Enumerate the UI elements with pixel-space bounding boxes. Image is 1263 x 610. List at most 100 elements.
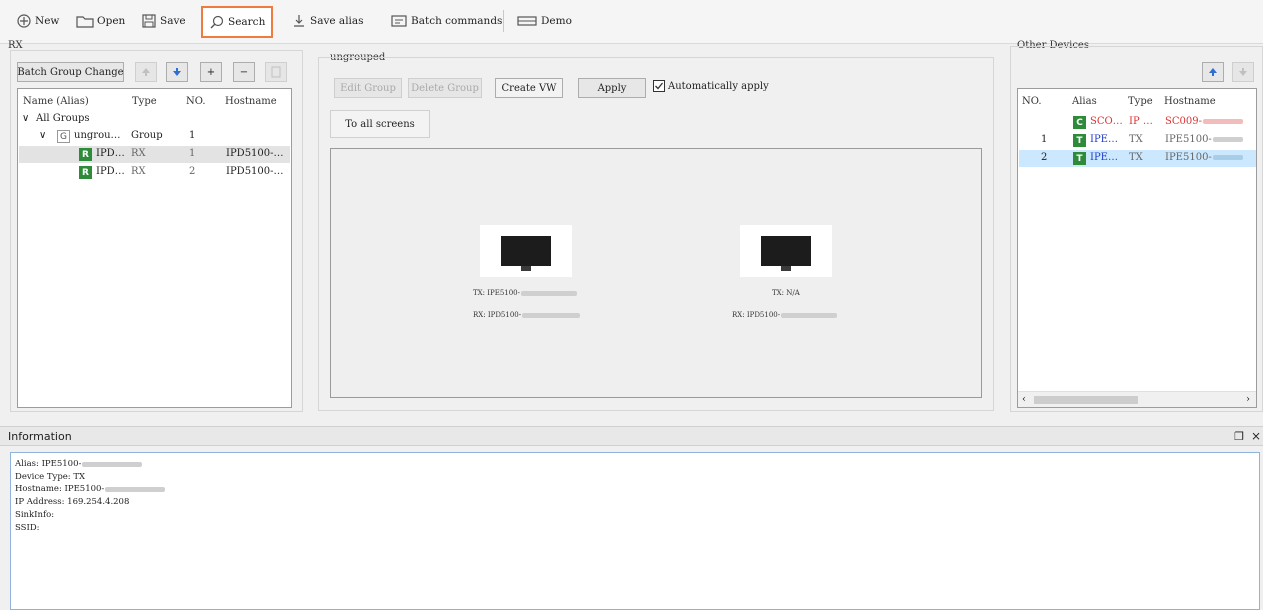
chevron-down-icon[interactable]: ∨ (39, 130, 46, 141)
save-alias-label: Save alias (310, 15, 364, 27)
float-icon[interactable]: ❐ (1234, 430, 1244, 443)
tree-name: IPD… (96, 148, 125, 159)
col-type[interactable]: Type (132, 96, 157, 107)
col-type[interactable]: Type (1128, 96, 1153, 107)
remove-button[interactable]: − (233, 62, 255, 82)
device-type: TX (1129, 152, 1143, 163)
blurred-text (1212, 155, 1243, 160)
device-hostname-text: IPE5100- (1165, 152, 1212, 163)
batch-commands-button[interactable]: Batch commands (386, 8, 506, 34)
screen-2-rx: RX: IPD5100- (732, 311, 838, 319)
move-up-button[interactable] (1202, 62, 1224, 82)
rx-badge-icon: R (79, 166, 92, 179)
new-icon (17, 14, 31, 28)
tree-row-group[interactable]: ∨ G ungrou… Group 1 (19, 128, 290, 145)
device-row[interactable]: C SCO… IP … SC009- (1019, 114, 1256, 131)
tree-name: All Groups (36, 113, 90, 124)
apply-button[interactable]: Apply (578, 78, 646, 98)
auto-apply-checkbox[interactable]: Automatically apply (653, 80, 769, 92)
screen-1-rx: RX: IPD5100- (473, 311, 581, 319)
batch-group-change-button[interactable]: Batch Group Change (17, 62, 124, 82)
monitor-icon (501, 236, 551, 271)
search-button[interactable]: Search (201, 6, 274, 38)
information-header: Information ❐ × (0, 426, 1263, 446)
horizontal-scrollbar[interactable]: ‹ › (1018, 391, 1256, 407)
tree-row-all-groups[interactable]: ∨ All Groups (19, 111, 290, 128)
chevron-down-icon[interactable]: ∨ (22, 113, 29, 124)
screen-2-tx-label: TX: N/A (772, 289, 800, 297)
document-icon (271, 66, 281, 78)
tree-name: ungrou… (74, 130, 121, 141)
info-device-type: Device Type: TX (15, 472, 86, 482)
other-devices-list[interactable]: NO. Alias Type Hostname C SCO… IP … SC00… (1017, 88, 1257, 408)
move-down-button[interactable] (166, 62, 188, 82)
col-alias[interactable]: Alias (1072, 96, 1097, 107)
rx-tree[interactable]: Name (Alias) Type NO. Hostname ∨ All Gro… (17, 88, 292, 408)
information-textbox[interactable]: Alias: IPE5100- Device Type: TX Hostname… (10, 452, 1260, 610)
delete-group-button[interactable]: Delete Group (408, 78, 482, 98)
edit-group-button[interactable]: Edit Group (334, 78, 402, 98)
col-hostname[interactable]: Hostname (225, 96, 277, 107)
device-type: TX (1129, 134, 1143, 145)
tree-hostname: IPD5100-… (226, 166, 284, 177)
move-down-button[interactable] (1232, 62, 1254, 82)
rx-badge-icon: R (79, 148, 92, 161)
tx-badge-icon: T (1073, 152, 1086, 165)
col-no[interactable]: NO. (186, 96, 206, 107)
screen-1-tx: TX: IPE5100- (473, 289, 578, 297)
col-no[interactable]: NO. (1022, 96, 1042, 107)
close-icon[interactable]: × (1251, 429, 1261, 443)
batch-commands-label: Batch commands (411, 15, 503, 27)
create-vw-button[interactable]: Create VW (495, 78, 563, 98)
device-no: 2 (1041, 152, 1048, 163)
blurred-text (1202, 119, 1243, 124)
scroll-left-icon[interactable]: ‹ (1022, 394, 1026, 405)
tree-type: RX (131, 166, 146, 177)
controller-badge-icon: C (1073, 116, 1086, 129)
info-sinkinfo: SinkInfo: (15, 510, 55, 520)
video-wall-canvas[interactable]: TX: IPE5100- RX: IPD5100- TX: N/A RX: IP… (330, 148, 982, 398)
move-up-button[interactable] (135, 62, 157, 82)
device-row[interactable]: 1 T IPE… TX IPE5100- (1019, 132, 1256, 149)
toolbar-separator (503, 10, 504, 32)
col-hostname[interactable]: Hostname (1164, 96, 1216, 107)
tree-row-rx[interactable]: R IPD… RX 1 IPD5100-… (19, 146, 290, 163)
arrow-down-icon (173, 68, 181, 76)
device-hostname: IPE5100- (1165, 152, 1243, 163)
open-button[interactable]: Open (72, 8, 129, 34)
batch-icon (391, 15, 407, 27)
to-all-screens-button[interactable]: To all screens (330, 110, 430, 138)
scrollbar-thumb[interactable] (1034, 396, 1138, 404)
tree-name: IPD… (96, 166, 125, 177)
add-button[interactable]: + (200, 62, 222, 82)
screen-1-tx-label: TX: IPE5100- (473, 289, 521, 297)
device-type: IP … (1129, 116, 1153, 127)
info-alias-text: Alias: IPE5100- (15, 459, 82, 469)
folder-icon (76, 16, 94, 28)
search-label: Search (228, 16, 266, 28)
new-button[interactable]: New (12, 8, 63, 34)
scroll-right-icon[interactable]: › (1246, 394, 1250, 405)
device-alias: IPE… (1090, 134, 1118, 145)
arrow-up-icon (142, 68, 150, 76)
tree-row-rx[interactable]: R IPD… RX 2 IPD5100-… (19, 164, 290, 181)
tree-no: 1 (189, 148, 196, 159)
device-alias: SCO… (1090, 116, 1123, 127)
blurred-text (82, 461, 143, 467)
toolbar: New Open Save Search Save alias Batch co… (0, 0, 1263, 44)
screen-card-2[interactable] (740, 225, 832, 277)
tree-type: RX (131, 148, 146, 159)
col-name-alias[interactable]: Name (Alias) (23, 96, 89, 107)
blurred-text (1212, 137, 1243, 142)
device-hostname: IPE5100- (1165, 134, 1243, 145)
tree-no: 2 (189, 166, 196, 177)
screen-card-1[interactable] (480, 225, 572, 277)
save-button[interactable]: Save (137, 8, 190, 34)
device-row[interactable]: 2 T IPE… TX IPE5100- (1019, 150, 1256, 167)
clear-button[interactable] (265, 62, 287, 82)
demo-button[interactable]: Demo (512, 8, 576, 34)
device-alias: IPE… (1090, 152, 1118, 163)
screen-2-rx-label: RX: IPD5100- (732, 311, 781, 319)
new-label: New (35, 15, 60, 27)
save-alias-button[interactable]: Save alias (287, 8, 368, 34)
